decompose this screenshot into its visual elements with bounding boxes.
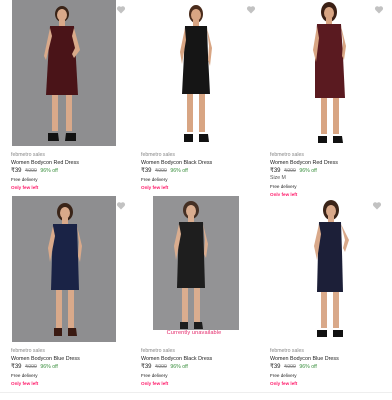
selling-price: ₹39 (141, 364, 152, 370)
dress-model-image (44, 6, 80, 141)
product-card[interactable]: febmetro sales Women Bodycon Blue Dress … (259, 196, 387, 392)
price-row: ₹39 ₹999 96% off (270, 167, 390, 175)
product-info: febmetro sales Women Bodycon Black Dress… (141, 152, 261, 192)
heart-icon[interactable] (116, 201, 126, 211)
delivery-info: Free delivery (11, 373, 38, 378)
heart-icon[interactable] (246, 5, 256, 15)
discount-label: 96% off (299, 364, 317, 370)
product-card[interactable]: Currently unavailable febmetro sales Wom… (130, 196, 258, 392)
selling-price: ₹39 (270, 168, 281, 174)
product-info: febmetro sales Women Bodycon Black Dress… (141, 348, 261, 388)
product-image[interactable] (259, 196, 387, 342)
product-image[interactable] (259, 0, 387, 146)
discount-label: 96% off (299, 168, 317, 174)
delivery-info: Free delivery (141, 373, 168, 378)
product-title[interactable]: Women Bodycon Blue Dress (11, 355, 131, 363)
stock-warning: Only few left (11, 381, 39, 386)
dress-model-image (48, 203, 82, 336)
delivery-info: Free delivery (141, 177, 168, 182)
selling-price: ₹39 (141, 168, 152, 174)
brand-name: febmetro sales (270, 348, 305, 354)
product-info: febmetro sales Women Bodycon Blue Dress … (270, 348, 390, 388)
product-title[interactable]: Women Bodycon Red Dress (270, 159, 390, 167)
brand-name: febmetro sales (11, 152, 46, 158)
product-image[interactable] (153, 196, 239, 330)
stock-warning: Only few left (11, 185, 39, 190)
original-price: ₹999 (24, 168, 37, 174)
discount-label: 96% off (40, 364, 58, 370)
delivery-info: Free delivery (270, 184, 297, 189)
stock-warning: Only few left (141, 381, 169, 386)
discount-label: 96% off (40, 168, 58, 174)
selling-price: ₹39 (270, 364, 281, 370)
stock-warning: Only few left (141, 185, 169, 190)
dress-model-image (314, 200, 349, 337)
product-card[interactable]: febmetro sales Women Bodycon Black Dress… (130, 0, 258, 196)
brand-name: febmetro sales (270, 152, 305, 158)
product-info: febmetro sales Women Bodycon Red Dress ₹… (11, 152, 131, 192)
brand-name: febmetro sales (11, 348, 46, 354)
brand-name: febmetro sales (141, 152, 176, 158)
dress-model-image (313, 2, 346, 143)
stock-warning: Only few left (270, 381, 298, 386)
divider (0, 392, 392, 393)
product-image[interactable] (130, 0, 258, 146)
price-row: ₹39 ₹999 96% off (270, 363, 390, 371)
size-label: Size M (270, 175, 286, 181)
price-row: ₹39 ₹999 96% off (11, 167, 131, 175)
original-price: ₹999 (24, 364, 37, 370)
delivery-info: Free delivery (11, 177, 38, 182)
dress-model-image (174, 201, 208, 329)
delivery-info: Free delivery (270, 373, 297, 378)
original-price: ₹999 (283, 364, 296, 370)
brand-name: febmetro sales (141, 348, 176, 354)
product-card[interactable]: febmetro sales Women Bodycon Red Dress ₹… (0, 0, 128, 196)
product-info: febmetro sales Women Bodycon Red Dress ₹… (270, 152, 390, 199)
selling-price: ₹39 (11, 168, 22, 174)
product-info: febmetro sales Women Bodycon Blue Dress … (11, 348, 131, 388)
product-image[interactable] (12, 196, 116, 342)
price-row: ₹39 ₹999 96% off (11, 363, 131, 371)
product-card[interactable]: febmetro sales Women Bodycon Blue Dress … (0, 196, 128, 392)
heart-icon[interactable] (116, 5, 126, 15)
price-row: ₹39 ₹999 96% off (141, 363, 261, 371)
original-price: ₹999 (283, 168, 296, 174)
price-row: ₹39 ₹999 96% off (141, 167, 261, 175)
original-price: ₹999 (154, 168, 167, 174)
unavailable-label: Currently unavailable (166, 330, 222, 336)
product-card[interactable]: febmetro sales Women Bodycon Red Dress ₹… (259, 0, 390, 199)
original-price: ₹999 (154, 364, 167, 370)
product-title[interactable]: Women Bodycon Black Dress (141, 355, 261, 363)
product-title[interactable]: Women Bodycon Black Dress (141, 159, 261, 167)
product-title[interactable]: Women Bodycon Blue Dress (270, 355, 390, 363)
heart-icon[interactable] (374, 5, 384, 15)
selling-price: ₹39 (11, 364, 22, 370)
product-grid: febmetro sales Women Bodycon Red Dress ₹… (0, 0, 392, 400)
product-image[interactable] (12, 0, 116, 146)
heart-icon[interactable] (372, 201, 382, 211)
discount-label: 96% off (170, 364, 188, 370)
dress-model-image (180, 5, 212, 142)
product-title[interactable]: Women Bodycon Red Dress (11, 159, 131, 167)
discount-label: 96% off (170, 168, 188, 174)
